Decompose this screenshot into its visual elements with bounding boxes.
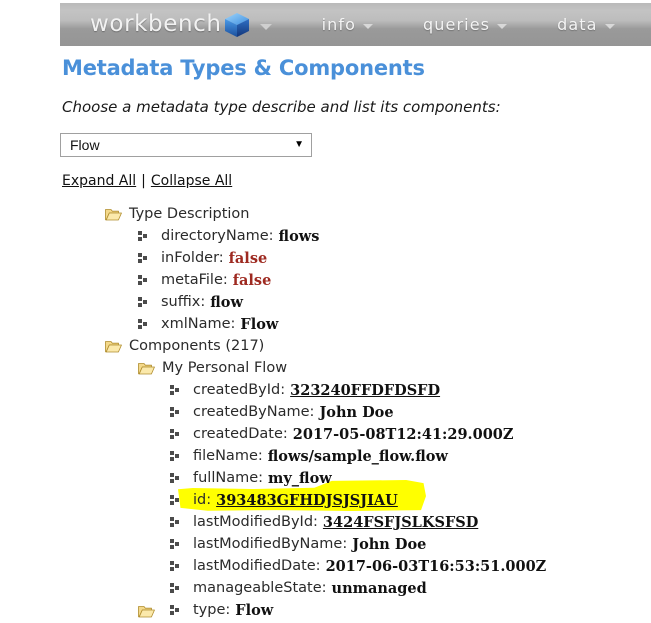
tree-row-label: metaFile: xyxy=(161,272,228,288)
tree-row-value: unmanaged xyxy=(331,579,427,597)
tree-row-value: flow xyxy=(210,293,243,311)
folder-type-description-label: Type Description xyxy=(129,206,250,222)
tree-row-value: flows/sample_flow.flow xyxy=(267,447,448,465)
brand-chevron-down-icon[interactable] xyxy=(259,23,272,30)
tree-row-value: Flow xyxy=(240,315,279,333)
nav-item-queries-label: queries xyxy=(423,14,491,34)
metadata-type-select[interactable]: Flow ▼ xyxy=(60,133,312,157)
nav-item-queries[interactable]: queries xyxy=(423,14,508,34)
tree-row-label: lastModifiedById: xyxy=(193,514,318,530)
folder-my-personal-flow[interactable]: My Personal Flow xyxy=(0,357,651,379)
tree-row: createdByName: John Doe xyxy=(0,401,651,423)
folder-type-description[interactable]: Type Description xyxy=(0,203,651,225)
tree-row-label: directoryName: xyxy=(161,228,274,244)
leaf-node-icon xyxy=(138,318,149,330)
top-navigation-bar: workbench info queries data xyxy=(60,3,651,46)
expand-all-link[interactable]: Expand All xyxy=(62,173,136,189)
open-folder-icon xyxy=(138,361,155,375)
folder-components-label: Components (217) xyxy=(129,338,265,354)
nav-item-data[interactable]: data xyxy=(557,14,615,34)
metadata-type-select-value: Flow xyxy=(70,137,100,153)
tree-row-value[interactable]: 323240FFDFDSFD xyxy=(290,382,440,399)
tree-row: xmlName: Flow xyxy=(0,313,651,335)
leaf-node-icon xyxy=(138,274,149,286)
tree-row-label: fileName: xyxy=(193,448,263,464)
tree-row: lastModifiedById: 3424FSFJSLKSFSD xyxy=(0,511,651,533)
blue-cube-logo-icon xyxy=(223,11,251,39)
next-component-folder-icon[interactable] xyxy=(138,604,155,618)
tree-row-label: fullName: xyxy=(193,470,264,486)
tree-row-label: lastModifiedByName: xyxy=(193,536,348,552)
leaf-node-icon xyxy=(170,428,181,440)
tree-row: directoryName: flows xyxy=(0,225,651,247)
tree-row-value: 2017-05-08T12:41:29.000Z xyxy=(292,425,514,443)
tree-row-value: Flow xyxy=(235,601,274,619)
tree-row: fullName: my_flow xyxy=(0,467,651,489)
leaf-node-icon xyxy=(170,604,181,616)
tree-row-value: John Doe xyxy=(319,403,394,421)
page-title: Metadata Types & Components xyxy=(62,56,425,80)
leaf-node-icon xyxy=(170,450,181,462)
leaf-node-icon xyxy=(170,472,181,484)
tree-row: suffix: flow xyxy=(0,291,651,313)
leaf-node-icon xyxy=(170,406,181,418)
tree-row: id: 393483GFHDJSJSJIAU xyxy=(0,489,651,511)
link-separator: | xyxy=(141,173,146,189)
open-folder-icon xyxy=(105,207,122,221)
tree-row-value: 2017-06-03T16:53:51.000Z xyxy=(325,557,547,575)
tree-row: createdById: 323240FFDFDSFD xyxy=(0,379,651,401)
tree-row-label: lastModifiedDate: xyxy=(193,558,321,574)
tree-row: fileName: flows/sample_flow.flow xyxy=(0,445,651,467)
nav-item-queries-chevron-down-icon[interactable] xyxy=(497,23,508,29)
tree-controls: Expand All | Collapse All xyxy=(62,173,232,189)
tree-row-label: suffix: xyxy=(161,294,206,310)
brand-label: workbench xyxy=(90,11,222,37)
leaf-node-icon xyxy=(170,538,181,550)
tree-row: lastModifiedByName: John Doe xyxy=(0,533,651,555)
folder-my-personal-flow-label: My Personal Flow xyxy=(162,360,288,376)
tree-row-value: my_flow xyxy=(268,469,332,487)
collapse-all-link[interactable]: Collapse All xyxy=(151,173,232,189)
tree-row-label: type: xyxy=(193,602,231,618)
leaf-node-icon xyxy=(138,296,149,308)
nav-item-data-label: data xyxy=(557,14,598,34)
tree-row: lastModifiedDate: 2017-06-03T16:53:51.000… xyxy=(0,555,651,577)
nav-item-data-chevron-down-icon[interactable] xyxy=(604,23,615,29)
tree-row: metaFile: false xyxy=(0,269,651,291)
tree-row-label: xmlName: xyxy=(161,316,236,332)
tree-row-label: manageableState: xyxy=(193,580,327,596)
open-folder-icon xyxy=(138,605,155,622)
metadata-tree: Type Description directoryName: flows inFol… xyxy=(0,203,651,621)
leaf-node-icon xyxy=(170,582,181,594)
open-folder-icon xyxy=(105,339,122,353)
leaf-node-icon xyxy=(138,230,149,242)
tree-row-value: false xyxy=(232,271,272,289)
leaf-node-icon xyxy=(170,494,181,506)
tree-row-label: inFolder: xyxy=(161,250,224,266)
chevron-down-icon[interactable]: ▼ xyxy=(294,140,304,150)
brand-logo-group[interactable]: workbench xyxy=(90,11,272,39)
tree-row: createdDate: 2017-05-08T12:41:29.000Z xyxy=(0,423,651,445)
page-subtitle: Choose a metadata type describe and list… xyxy=(62,98,501,116)
tree-row-value[interactable]: 393483GFHDJSJSJIAU xyxy=(216,492,398,509)
leaf-node-icon xyxy=(138,252,149,264)
tree-row-label: id: xyxy=(193,492,212,508)
leaf-node-icon xyxy=(170,516,181,528)
tree-row-value: John Doe xyxy=(352,535,427,553)
tree-row-label: createdDate: xyxy=(193,426,288,442)
nav-item-info-chevron-down-icon[interactable] xyxy=(363,23,374,29)
folder-components[interactable]: Components (217) xyxy=(0,335,651,357)
tree-row-value: false xyxy=(228,249,268,267)
tree-row: manageableState: unmanaged xyxy=(0,577,651,599)
tree-row-label: createdById: xyxy=(193,382,286,398)
leaf-node-icon xyxy=(170,560,181,572)
tree-row: inFolder: false xyxy=(0,247,651,269)
nav-item-info[interactable]: info xyxy=(321,14,374,34)
tree-row-value: flows xyxy=(278,227,320,245)
tree-row-label: createdByName: xyxy=(193,404,315,420)
nav-item-info-label: info xyxy=(321,14,357,34)
leaf-node-icon xyxy=(170,384,181,396)
tree-row-value[interactable]: 3424FSFJSLKSFSD xyxy=(323,514,478,531)
tree-row: type: Flow xyxy=(0,599,651,621)
